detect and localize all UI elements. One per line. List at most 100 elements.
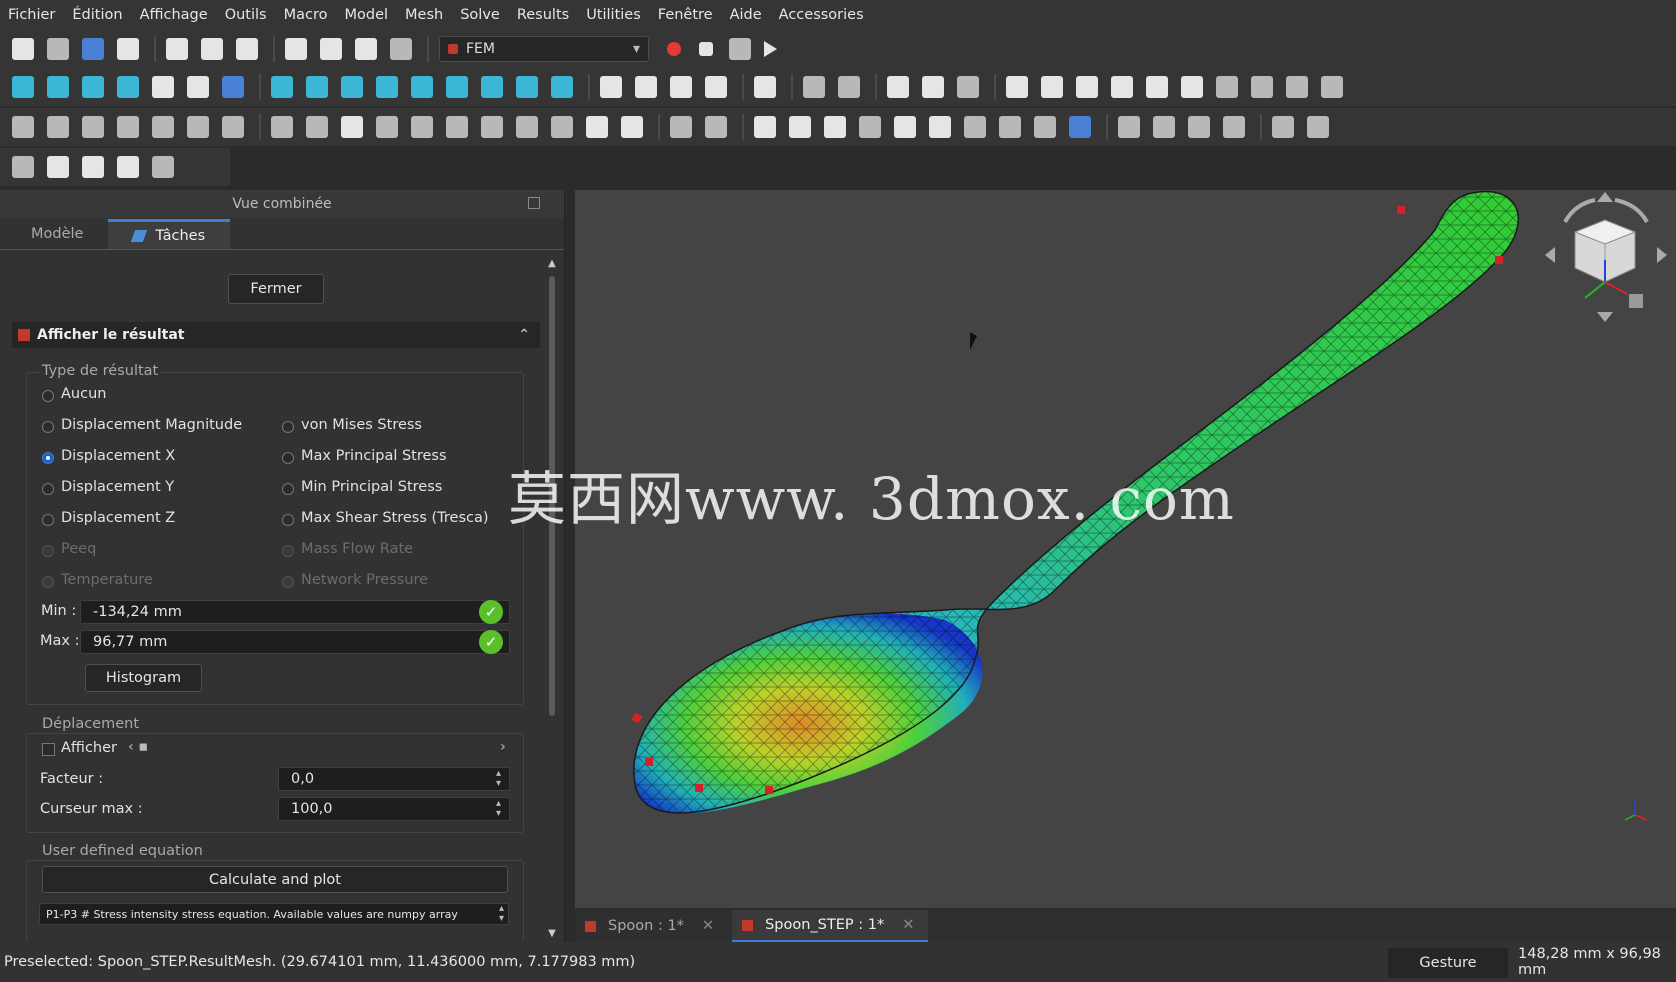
sphere-icon[interactable] (1041, 76, 1063, 98)
float-panel-icon[interactable] (528, 197, 540, 209)
mesh-region-icon[interactable] (1153, 116, 1175, 138)
solver-elmer-icon[interactable] (306, 116, 328, 138)
section-header[interactable]: Afficher le résultat ⌃ (12, 322, 540, 348)
menu-fichier[interactable]: Fichier (8, 7, 55, 23)
shell-block-icon[interactable] (82, 156, 104, 178)
beam-section-icon[interactable] (887, 76, 909, 98)
new-file-icon[interactable] (12, 38, 34, 60)
forward-arrow-icon[interactable] (187, 76, 209, 98)
mesh-display-icon[interactable] (1223, 116, 1245, 138)
cube-mesh-icon[interactable] (12, 156, 34, 178)
rear-view-icon[interactable] (446, 76, 468, 98)
solid-icon[interactable] (1146, 76, 1168, 98)
temperature-icon[interactable] (411, 116, 433, 138)
export-icon[interactable] (1272, 116, 1294, 138)
bottom-view-icon[interactable] (481, 76, 503, 98)
grid-block-icon[interactable] (117, 156, 139, 178)
slider-right-icon[interactable]: › (500, 739, 506, 755)
spin-arrows-icon[interactable]: ▴ ▾ (499, 904, 504, 924)
menu-outils[interactable]: Outils (225, 7, 267, 23)
grid-icon[interactable] (789, 116, 811, 138)
compound-icon[interactable] (1181, 76, 1203, 98)
fluid-material-icon[interactable] (838, 76, 860, 98)
spin-arrows-icon[interactable]: ▴ ▾ (496, 769, 501, 789)
radio-displacement-z[interactable] (42, 514, 54, 526)
mesh-boundary-layer-icon[interactable] (1118, 116, 1140, 138)
radio-max-shear[interactable] (282, 514, 294, 526)
scalar-clip-icon[interactable] (859, 116, 881, 138)
force-constraint-icon[interactable] (187, 116, 209, 138)
displacement-constraint-icon[interactable] (47, 116, 69, 138)
zoom-icon[interactable] (271, 76, 293, 98)
max-value-field[interactable]: 96,77 mm (80, 630, 510, 654)
navigation-style-button[interactable]: Gesture (1388, 948, 1508, 978)
menu-results[interactable]: Results (517, 7, 569, 23)
bar-icon[interactable] (705, 116, 727, 138)
top-view-icon[interactable] (376, 76, 398, 98)
factor-spinbox[interactable]: 0,0 ▴ ▾ (278, 767, 510, 791)
measure-icon[interactable] (551, 76, 573, 98)
analysis-icon[interactable] (754, 76, 776, 98)
equation-input[interactable]: P1-P3 # Stress intensity stress equation… (39, 903, 509, 925)
draw-style-icon[interactable] (82, 76, 104, 98)
scroll-down-icon[interactable]: ▼ (546, 928, 558, 939)
histogram-button[interactable]: Histogram (85, 664, 202, 692)
radio-none[interactable] (42, 390, 54, 402)
pressure-constraint-icon[interactable] (222, 116, 244, 138)
solver-calculix-icon[interactable] (271, 116, 293, 138)
beam-rotation-icon[interactable] (957, 76, 979, 98)
body-heat-icon[interactable] (446, 116, 468, 138)
print-icon[interactable] (117, 38, 139, 60)
mesh-gmsh-icon[interactable] (586, 116, 608, 138)
tie-constraint-icon[interactable] (117, 116, 139, 138)
doc-tab-spoon-step[interactable]: Spoon_STEP : 1* ✕ (732, 910, 929, 942)
radio-displacement-y[interactable] (42, 483, 54, 495)
collapse-icon[interactable]: ⌃ (518, 327, 530, 343)
mesh-group-icon[interactable] (1188, 116, 1210, 138)
spring-constraint-icon[interactable] (152, 116, 174, 138)
radio-displacement-magnitude[interactable] (42, 421, 54, 433)
constraint-icon[interactable] (1076, 76, 1098, 98)
box-icon[interactable] (1216, 76, 1238, 98)
create-part-icon[interactable] (600, 76, 622, 98)
spin-arrows-icon[interactable]: ▴ ▾ (496, 799, 501, 819)
close-button[interactable]: Fermer (228, 274, 324, 304)
menu-macro[interactable]: Macro (284, 7, 328, 23)
undo-icon[interactable] (285, 38, 307, 60)
refresh-icon[interactable] (355, 38, 377, 60)
left-view-icon[interactable] (516, 76, 538, 98)
fixed-constraint-icon[interactable] (12, 116, 34, 138)
link-actions-icon[interactable] (705, 76, 727, 98)
element-icon[interactable] (1251, 76, 1273, 98)
link-icon[interactable] (670, 76, 692, 98)
radio-min-principal[interactable] (282, 483, 294, 495)
thermometer-icon[interactable] (551, 116, 573, 138)
navigation-cube[interactable] (1545, 192, 1667, 322)
menu-edition[interactable]: Édition (72, 7, 122, 23)
whats-this-icon[interactable] (390, 38, 412, 60)
mesh-netgen-icon[interactable] (621, 116, 643, 138)
back-arrow-icon[interactable] (152, 76, 174, 98)
menu-accessories[interactable]: Accessories (779, 7, 864, 23)
contour-icon[interactable] (1034, 116, 1056, 138)
doc-tab-spoon[interactable]: Spoon : 1* ✕ (575, 910, 728, 942)
slider-max-spinbox[interactable]: 100,0 ▴ ▾ (278, 797, 510, 821)
heat-flux-icon[interactable] (376, 116, 398, 138)
close-tab-icon[interactable]: ✕ (702, 918, 714, 934)
menu-aide[interactable]: Aide (730, 7, 762, 23)
menu-fenetre[interactable]: Fenêtre (658, 7, 713, 23)
paste-icon[interactable] (236, 38, 258, 60)
slider-left-icon[interactable]: ‹ ▪ (128, 739, 148, 755)
material-icon[interactable] (803, 76, 825, 98)
purge-results-icon[interactable] (754, 116, 776, 138)
cut-function-icon[interactable] (894, 116, 916, 138)
bounding-box-icon[interactable] (117, 76, 139, 98)
clip-plane-icon[interactable] (824, 116, 846, 138)
tab-tasks[interactable]: Tâches (108, 219, 231, 249)
sync-view-icon[interactable] (222, 76, 244, 98)
min-value-field[interactable]: -134,24 mm (80, 600, 510, 624)
radio-max-principal[interactable] (282, 452, 294, 464)
text-annotation-icon[interactable] (1006, 76, 1028, 98)
front-view-icon[interactable] (341, 76, 363, 98)
3d-viewport[interactable] (575, 190, 1676, 908)
